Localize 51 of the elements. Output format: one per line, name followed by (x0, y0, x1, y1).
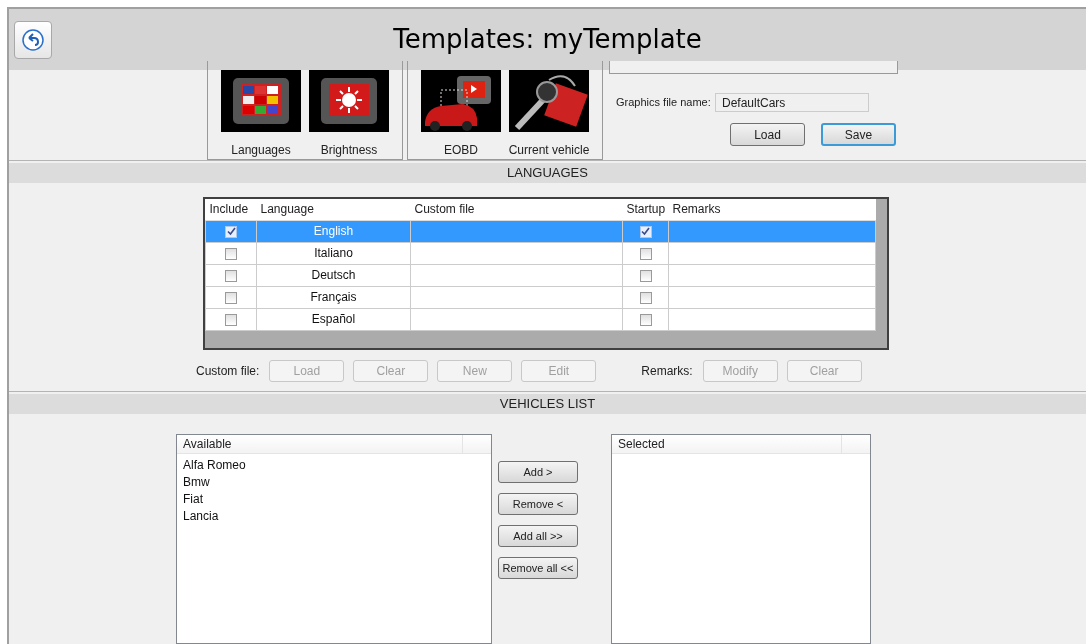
file-button[interactable]: Load (730, 123, 805, 146)
tile-label: EOBD (444, 142, 478, 159)
checkbox[interactable] (225, 291, 237, 304)
selected-list[interactable]: Selected (611, 434, 871, 644)
table-row[interactable]: Italiano (205, 242, 876, 264)
file-button[interactable]: Save (821, 123, 896, 146)
row-label: Remarks: (641, 363, 693, 380)
column-header[interactable]: Language (256, 199, 411, 220)
list-button[interactable]: Remove < (498, 493, 578, 515)
checkbox[interactable] (639, 225, 652, 238)
tile-label: Languages (231, 142, 291, 159)
column-header[interactable]: Custom file (410, 199, 623, 220)
table-cell: Italiano (314, 246, 353, 260)
checkbox[interactable] (225, 225, 237, 238)
checkbox[interactable] (639, 269, 652, 282)
sun-tile-icon (309, 70, 389, 132)
column-header[interactable]: Remarks (668, 199, 876, 220)
field-label: Graphics file name: (616, 95, 712, 111)
list-item[interactable]: Bmw (177, 474, 491, 491)
row-label: Custom file: (196, 363, 260, 380)
checkbox[interactable] (639, 313, 652, 326)
table-cell: Español (311, 312, 356, 326)
list-item[interactable]: Fiat (177, 491, 491, 508)
column-header[interactable]: Startup (622, 199, 669, 220)
key-tile-icon (509, 70, 589, 132)
graphics-file-field[interactable]: DefaultCars (715, 93, 869, 112)
tile-label: Current vehicle (508, 142, 590, 159)
checkbox[interactable] (225, 247, 237, 260)
tile-label: Brightness (320, 142, 378, 159)
list-item[interactable]: Alfa Romeo (177, 457, 491, 474)
table-row[interactable]: Français (205, 286, 876, 308)
column-header[interactable]: Include (205, 199, 257, 220)
table-row[interactable]: Español (205, 308, 876, 330)
flags-tile-icon (221, 70, 301, 132)
table-cell: Français (310, 290, 357, 304)
checkbox[interactable] (639, 291, 652, 304)
table-cell: English (313, 224, 354, 238)
list-button[interactable]: Add all >> (498, 525, 578, 547)
checkbox[interactable] (225, 269, 237, 282)
table-row[interactable]: Deutsch (205, 264, 876, 286)
checkbox[interactable] (225, 313, 237, 326)
window-title: Templates: myTemplate (392, 23, 703, 56)
section-header: LANGUAGES (9, 163, 1086, 183)
list-button[interactable]: Remove all << (498, 557, 578, 579)
checkbox[interactable] (639, 247, 652, 260)
list-item[interactable]: Lancia (177, 508, 491, 525)
available-list[interactable]: Available Alfa Romeo Bmw Fiat Lancia (176, 434, 492, 644)
list-button[interactable]: Add > (498, 461, 578, 483)
table-cell: Deutsch (311, 268, 356, 282)
back-button[interactable] (14, 20, 52, 59)
section-header: VEHICLES LIST (9, 394, 1086, 414)
